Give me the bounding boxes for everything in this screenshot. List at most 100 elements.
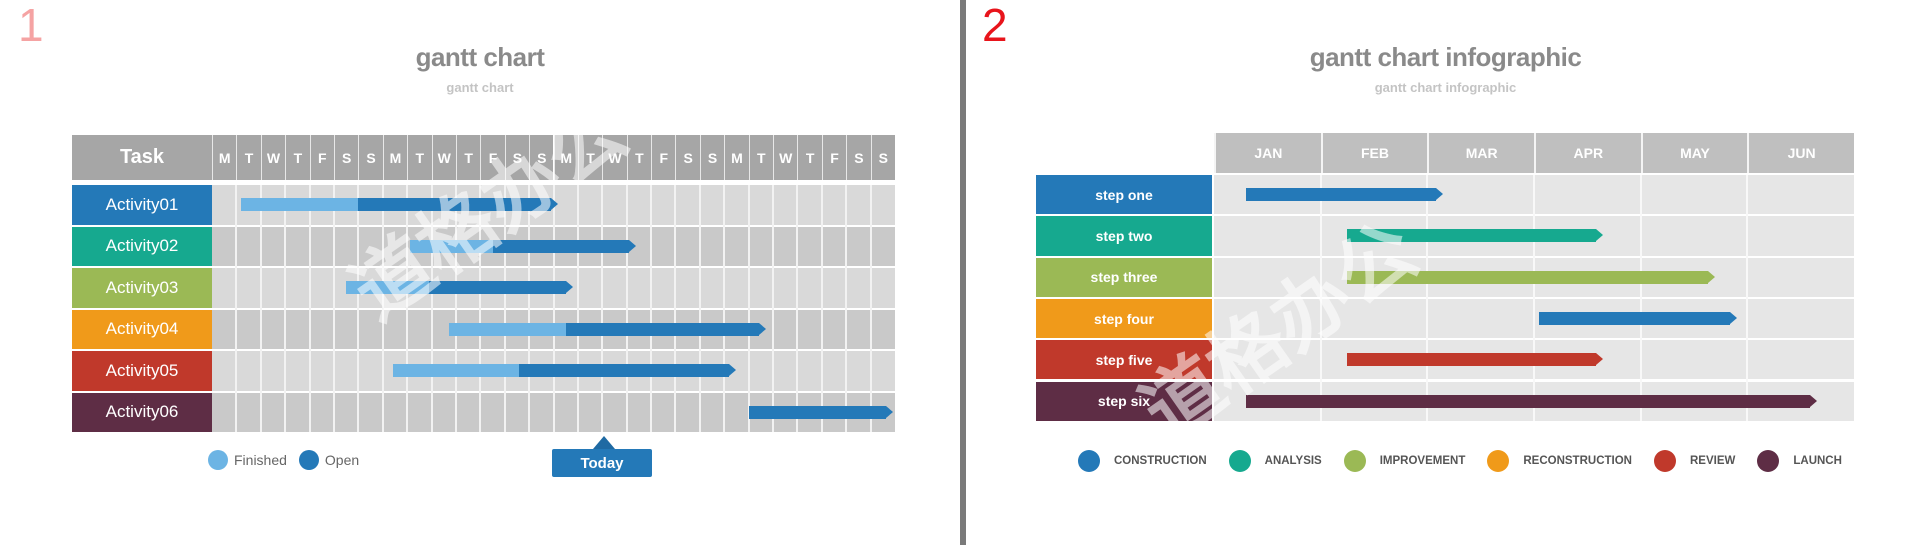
day-header: W [431, 135, 456, 180]
grid-line [1533, 175, 1535, 421]
legend-swatch [298, 450, 319, 470]
bar-arrow-icon [629, 239, 637, 252]
bar-arrow-icon [1596, 229, 1604, 242]
bar-arrow-icon [566, 281, 573, 294]
step-label: step three [1036, 257, 1212, 297]
legend-item: RECONSTRUCTION [1487, 450, 1632, 472]
today-button[interactable]: Today [552, 449, 652, 477]
legend-item: IMPROVEMENT [1343, 450, 1465, 472]
chart-subtitle: gantt chart infographic [1374, 80, 1517, 95]
chart-subtitle: gantt chart [446, 80, 514, 95]
grid-line [601, 185, 604, 432]
day-header: F [821, 135, 847, 180]
grid-line [503, 185, 506, 432]
grid-line [259, 185, 262, 432]
day-header: T [748, 135, 774, 180]
day-header: T [285, 135, 310, 180]
step-label: step two [1036, 216, 1212, 256]
grid-line [674, 185, 677, 432]
bar-finished [409, 239, 493, 253]
bar-arrow-icon [1729, 312, 1737, 325]
bar-arrow-icon [1436, 188, 1444, 201]
day-header: T [455, 135, 481, 180]
grid-line [796, 185, 799, 432]
legend-swatch [1757, 450, 1780, 472]
task-column-header: Task [72, 135, 212, 180]
grid-line [430, 185, 433, 432]
chart-title: gantt chart infographic [1309, 42, 1582, 72]
legend-label: Finished [234, 452, 287, 468]
bar-open [519, 364, 730, 378]
task-bar [1539, 312, 1730, 326]
day-header: T [577, 135, 603, 180]
legend-label: LAUNCH [1793, 455, 1842, 467]
legend-label: REVIEW [1689, 455, 1736, 467]
step-label: step six [1036, 381, 1212, 421]
grid-line [625, 185, 628, 432]
legend-label: ANALYSIS [1264, 455, 1322, 467]
grid-line [820, 185, 823, 432]
bar-open [492, 239, 630, 253]
step-label: step four [1036, 298, 1212, 339]
bar-arrow-icon [1708, 270, 1716, 283]
bar-open [748, 405, 886, 419]
legend-item: Finished [208, 450, 287, 470]
legend-swatch [1343, 450, 1366, 472]
task-label: Activity02 [72, 226, 212, 266]
grid-line [650, 185, 653, 432]
day-header: M [382, 135, 408, 180]
grid-line [284, 185, 287, 432]
bar-arrow-icon [1596, 353, 1604, 366]
grid-line [528, 185, 531, 432]
legend-item: ANALYSIS [1228, 450, 1322, 472]
legend-label: Open [324, 452, 360, 468]
grid-line [1746, 175, 1749, 421]
task-label: Activity03 [72, 268, 212, 308]
task-label: Activity05 [72, 351, 212, 391]
bar-finished [241, 198, 359, 212]
month-header: JAN [1214, 133, 1321, 173]
day-header: F [651, 135, 676, 180]
bar-open [565, 322, 759, 336]
grid-line [381, 185, 384, 432]
day-header: F [480, 135, 505, 180]
bar-arrow-icon [758, 322, 766, 335]
grid-line [698, 185, 701, 432]
step-label: step one [1036, 175, 1212, 215]
day-header: S [846, 135, 871, 180]
day-header: S [870, 135, 895, 180]
task-bar [1347, 270, 1709, 284]
grid-line [747, 185, 750, 432]
task-label: Activity06 [72, 392, 212, 432]
bar-finished [448, 322, 566, 336]
month-header: APR [1534, 133, 1641, 173]
chart-title: gantt chart [415, 42, 545, 72]
bar-finished [392, 364, 520, 378]
legend-swatch [1078, 450, 1100, 472]
grid-line [576, 185, 579, 432]
bar-arrow-icon [729, 364, 737, 377]
day-header: W [602, 135, 627, 180]
chart2-legend: CONSTRUCTION ANALYSIS IMPROVEMENT RECONSTRU… [1078, 450, 1864, 472]
bar-open [358, 198, 552, 212]
grid-line [454, 185, 457, 432]
month-header: JUN [1747, 133, 1854, 173]
day-header: S [529, 135, 554, 180]
task-bar [1246, 188, 1437, 202]
day-header: T [236, 135, 261, 180]
day-header: S [675, 135, 700, 180]
grid-line [723, 185, 726, 432]
legend-item: Open [298, 450, 360, 470]
grid-line [357, 185, 360, 432]
task-bar [1347, 229, 1597, 243]
bar-arrow-icon [885, 405, 893, 418]
grid-line [845, 185, 848, 432]
task-label: Activity04 [72, 309, 212, 349]
day-header: T [626, 135, 652, 180]
month-header: MAY [1640, 133, 1748, 173]
step-label: step five [1036, 340, 1212, 380]
chart1-legend: Finished Open [208, 450, 371, 470]
legend-label: RECONSTRUCTION [1523, 455, 1632, 467]
day-header: W [260, 135, 286, 180]
grid-line [479, 185, 482, 432]
